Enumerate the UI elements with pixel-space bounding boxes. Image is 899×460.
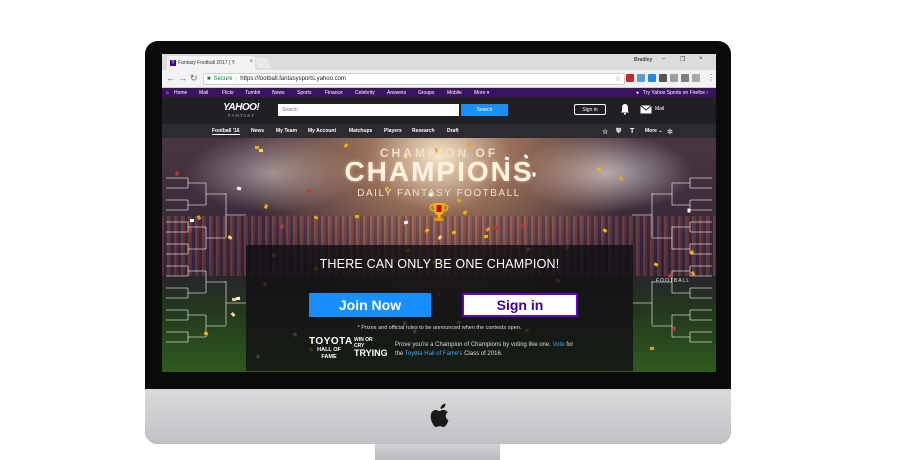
search-button[interactable]: Search bbox=[461, 104, 508, 116]
vote-link[interactable]: Vote bbox=[553, 342, 565, 348]
trophy-icon bbox=[429, 203, 449, 221]
nav-mobile[interactable]: Mobile bbox=[447, 90, 462, 96]
screen: Y Fantasy Football 2017 | Y × Bradley – … bbox=[162, 54, 716, 372]
toyota-logo-line2: HALL OF FAME bbox=[317, 347, 341, 360]
mail-label[interactable]: Mail bbox=[655, 106, 664, 112]
extension-icon[interactable] bbox=[670, 74, 678, 82]
yahoo-global-nav: ⌂ Home Mail Flickr Tumblr News Sports Fi… bbox=[162, 88, 716, 97]
extension-icon[interactable] bbox=[681, 74, 689, 82]
nav-news[interactable]: News bbox=[272, 90, 285, 96]
stadium-sign: FOOTBALL bbox=[656, 278, 691, 284]
team-logo-icon-2[interactable]: T bbox=[630, 128, 634, 135]
close-tab-icon[interactable]: × bbox=[249, 59, 253, 65]
bell-icon[interactable] bbox=[620, 103, 630, 115]
separator: | bbox=[235, 76, 238, 82]
close-window-icon[interactable]: × bbox=[699, 56, 703, 62]
vote-text-1: Prove you're a Champion of Champions by … bbox=[395, 342, 553, 348]
vote-text-3: Class of 2016. bbox=[462, 351, 503, 357]
hero-title-line3: DAILY FANTASY FOOTBALL bbox=[357, 188, 521, 199]
forward-icon[interactable]: → bbox=[178, 73, 187, 83]
yahoo-logo-sub: FANTASY bbox=[228, 113, 256, 118]
confetti-piece bbox=[649, 346, 654, 350]
nav-more[interactable]: More ▾ bbox=[474, 90, 489, 96]
tab-research[interactable]: Research bbox=[412, 128, 435, 134]
toyota-hof-logo: TOYOTA HALL OF FAME bbox=[309, 336, 353, 361]
nav-finance[interactable]: Finance bbox=[325, 90, 343, 96]
browser-tab[interactable]: Y Fantasy Football 2017 | Y × bbox=[167, 56, 255, 70]
hero-banner: CHAMPION OF CHAMPIONS DAILY FANTASY FOOT… bbox=[162, 138, 716, 372]
secure-label: Secure bbox=[213, 76, 233, 82]
hero-title-line2: CHAMPIONS bbox=[344, 156, 534, 187]
new-tab-button[interactable] bbox=[255, 58, 271, 68]
win-or-cry-logo: WIN OR CRY TRYING bbox=[354, 337, 388, 358]
firefox-icon: ● bbox=[636, 89, 640, 96]
maximize-icon[interactable]: ❐ bbox=[680, 56, 685, 63]
apple-logo-icon bbox=[430, 403, 449, 427]
menu-icon[interactable]: ⋮ bbox=[707, 73, 715, 82]
gear-icon[interactable]: ✲ bbox=[667, 128, 673, 136]
yahoo-favicon-icon: Y bbox=[170, 60, 176, 66]
disclaimer-text: * Prizes and official rules to be announ… bbox=[357, 325, 522, 331]
back-icon[interactable]: ← bbox=[166, 73, 175, 83]
reload-icon[interactable]: ↻ bbox=[190, 73, 198, 84]
firefox-promo[interactable]: Try Yahoo Sports on Firefox › bbox=[643, 90, 708, 96]
hero-panel: THERE CAN ONLY BE ONE CHAMPION! Join Now… bbox=[246, 245, 633, 371]
extension-icon[interactable] bbox=[626, 74, 634, 82]
yahoo-logo[interactable]: YAHOO! bbox=[223, 102, 260, 113]
nav-groups[interactable]: Groups bbox=[418, 90, 434, 96]
header-signin-button[interactable]: Sign in bbox=[574, 104, 606, 115]
toyota-logo-line1: TOYOTA bbox=[309, 336, 353, 347]
extension-icon[interactable] bbox=[648, 74, 656, 82]
tab-title: Fantasy Football 2017 | Y bbox=[178, 60, 235, 66]
star-icon[interactable]: ☆ bbox=[602, 128, 608, 136]
win-or-cry-line2: TRYING bbox=[354, 348, 388, 358]
vote-text: Prove you're a Champion of Champions by … bbox=[395, 341, 575, 359]
minimize-icon[interactable]: – bbox=[662, 56, 665, 62]
team-logo-icon[interactable]: ⛊ bbox=[616, 128, 621, 136]
tab-my-team[interactable]: My Team bbox=[276, 128, 297, 134]
tab-draft[interactable]: Draft bbox=[447, 128, 459, 134]
yahoo-header: YAHOO! FANTASY Search Sign in Mail bbox=[162, 97, 716, 124]
confetti-piece bbox=[190, 219, 195, 223]
tab-football[interactable]: Football '16 bbox=[212, 128, 240, 135]
home-icon[interactable]: ⌂ bbox=[166, 90, 169, 96]
nav-mail[interactable]: Mail bbox=[199, 90, 208, 96]
confetti-piece bbox=[687, 208, 691, 214]
extension-icon[interactable] bbox=[659, 74, 667, 82]
tab-players[interactable]: Players bbox=[384, 128, 402, 134]
search-input[interactable] bbox=[278, 104, 459, 116]
mail-icon[interactable] bbox=[640, 105, 652, 114]
join-now-button[interactable]: Join Now bbox=[309, 293, 431, 317]
nav-sports[interactable]: Sports bbox=[297, 90, 311, 96]
url-text: https://football.fantasysports.yahoo.com bbox=[240, 76, 346, 82]
nav-home[interactable]: Home bbox=[174, 90, 187, 96]
tab-news[interactable]: News bbox=[251, 128, 264, 134]
extension-icon[interactable] bbox=[692, 74, 700, 82]
hero-signin-button[interactable]: Sign in bbox=[462, 293, 578, 317]
profile-name[interactable]: Bradley bbox=[634, 57, 652, 63]
monitor-stand bbox=[375, 444, 500, 460]
confetti-piece bbox=[484, 234, 489, 239]
lock-icon: ■ bbox=[207, 76, 211, 82]
nav-flickr[interactable]: Flickr bbox=[222, 90, 234, 96]
toyota-hof-link[interactable]: Toyota Hall of Fame's bbox=[405, 351, 463, 357]
tab-my-account[interactable]: My Account bbox=[308, 128, 336, 134]
nav-celebrity[interactable]: Celebrity bbox=[355, 90, 375, 96]
more-menu[interactable]: More ⌄ bbox=[645, 128, 663, 134]
extension-icon[interactable] bbox=[637, 74, 645, 82]
tab-matchups[interactable]: Matchups bbox=[349, 128, 372, 134]
tab-strip: Y Fantasy Football 2017 | Y × Bradley – … bbox=[162, 54, 716, 70]
star-icon[interactable]: ☆ bbox=[615, 75, 621, 83]
nav-answers[interactable]: Answers bbox=[387, 90, 406, 96]
address-bar[interactable]: ■ Secure | https://football.fantasysport… bbox=[203, 73, 625, 85]
fantasy-nav: Football '16 News My Team My Account Mat… bbox=[162, 124, 716, 138]
nav-tumblr[interactable]: Tumblr bbox=[245, 90, 260, 96]
hero-tagline: THERE CAN ONLY BE ONE CHAMPION! bbox=[319, 257, 560, 271]
